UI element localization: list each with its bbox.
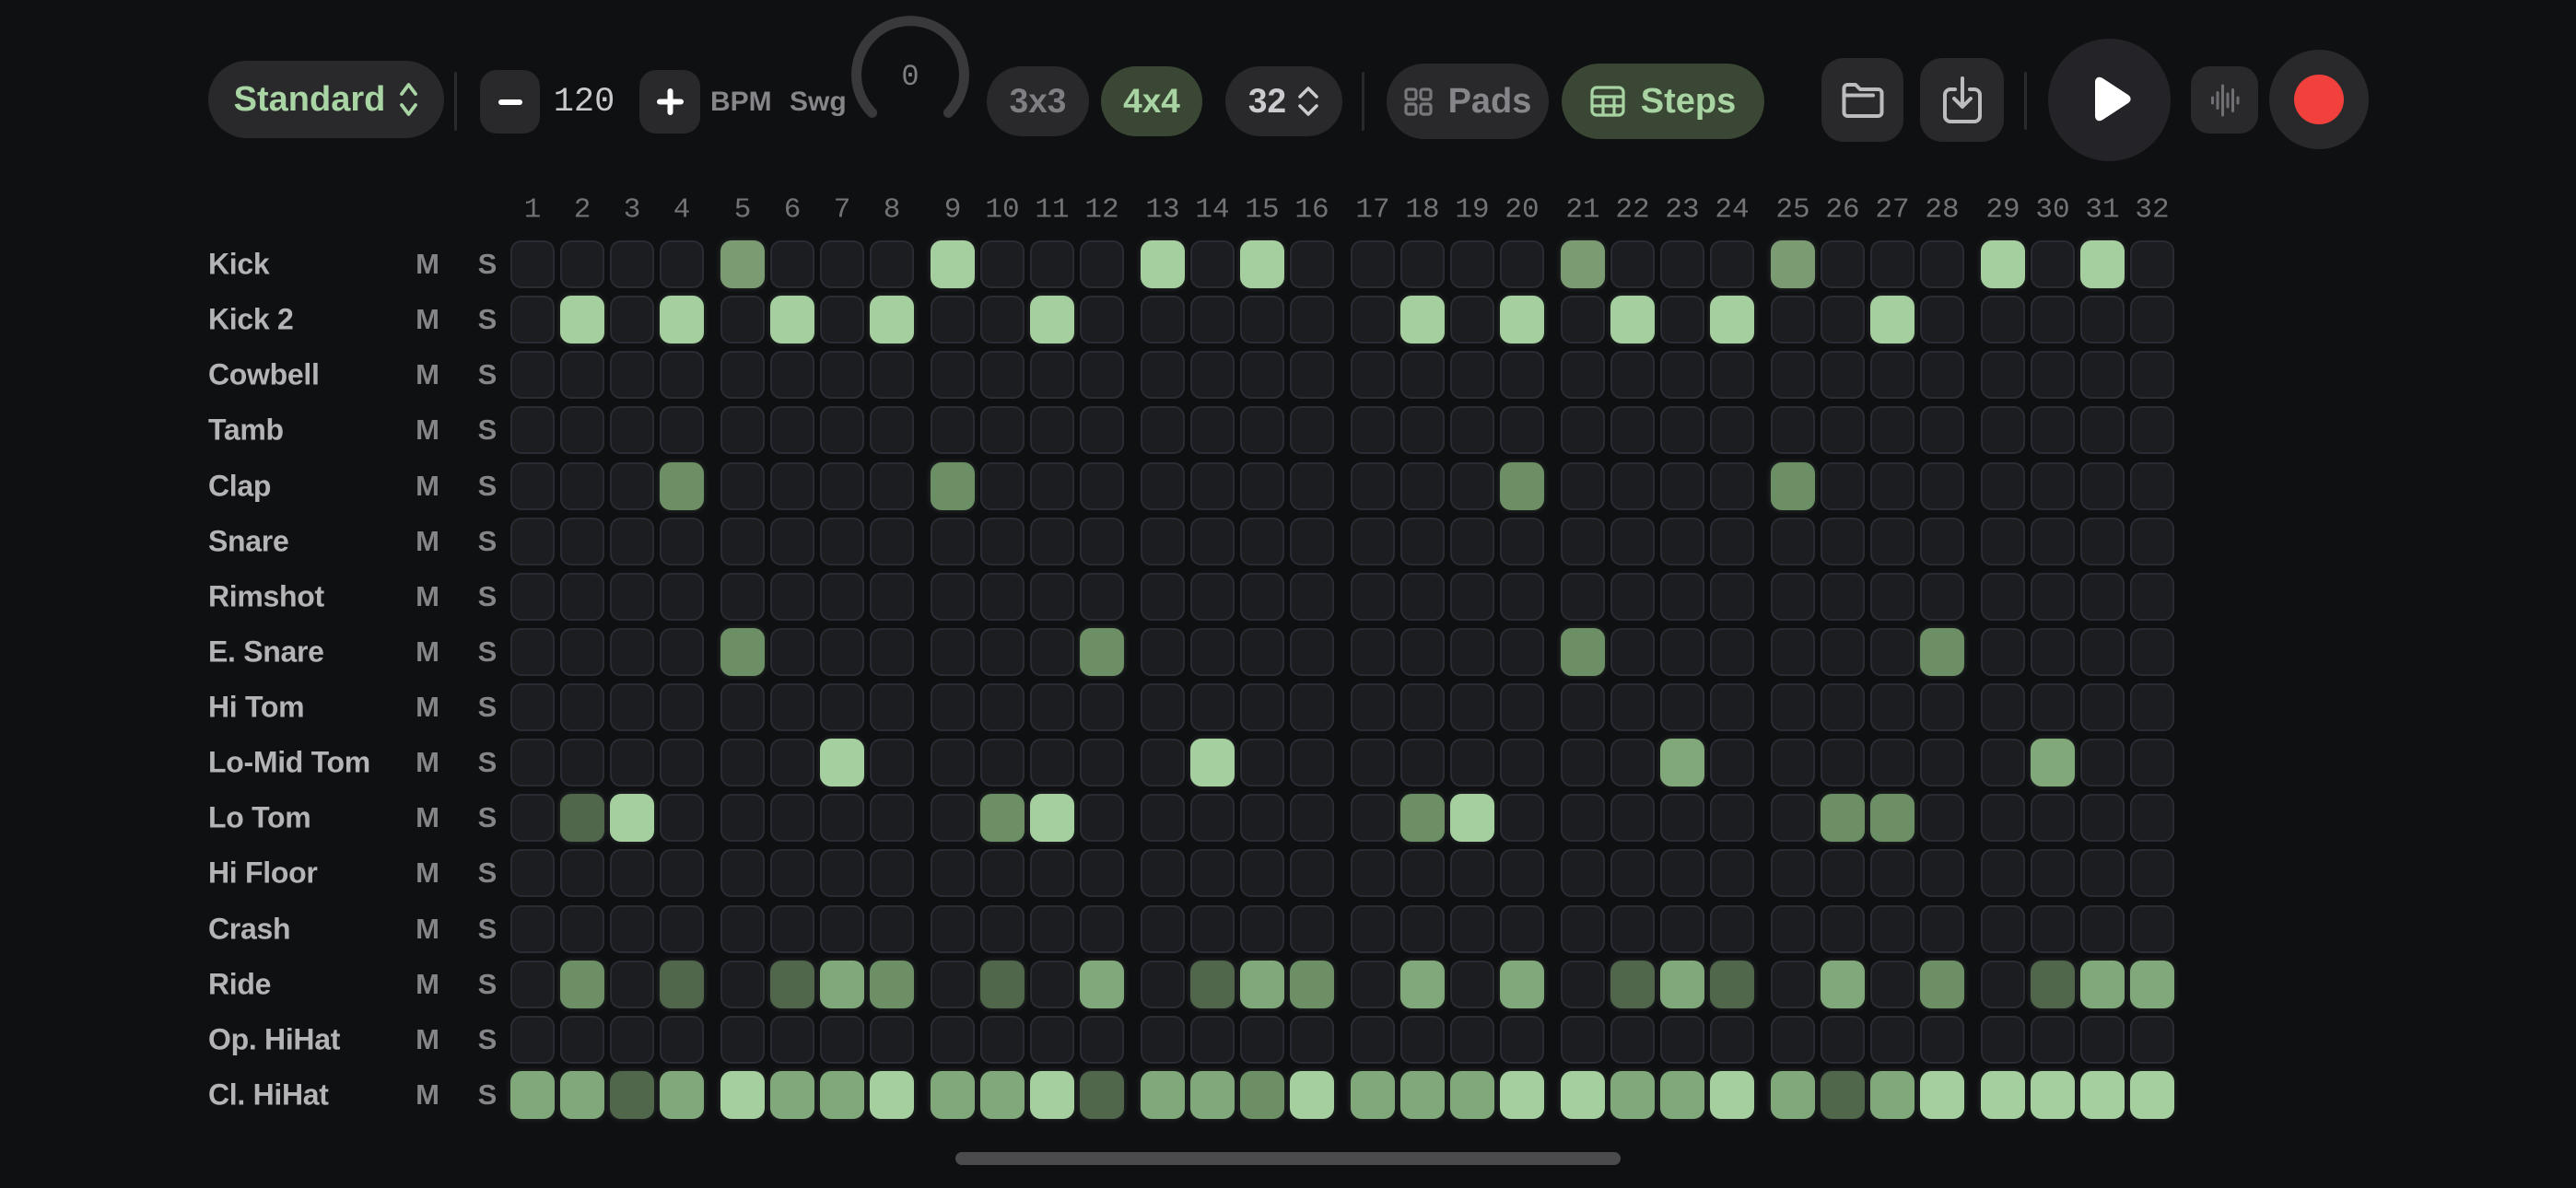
svg-text:0: 0 bbox=[901, 60, 919, 94]
